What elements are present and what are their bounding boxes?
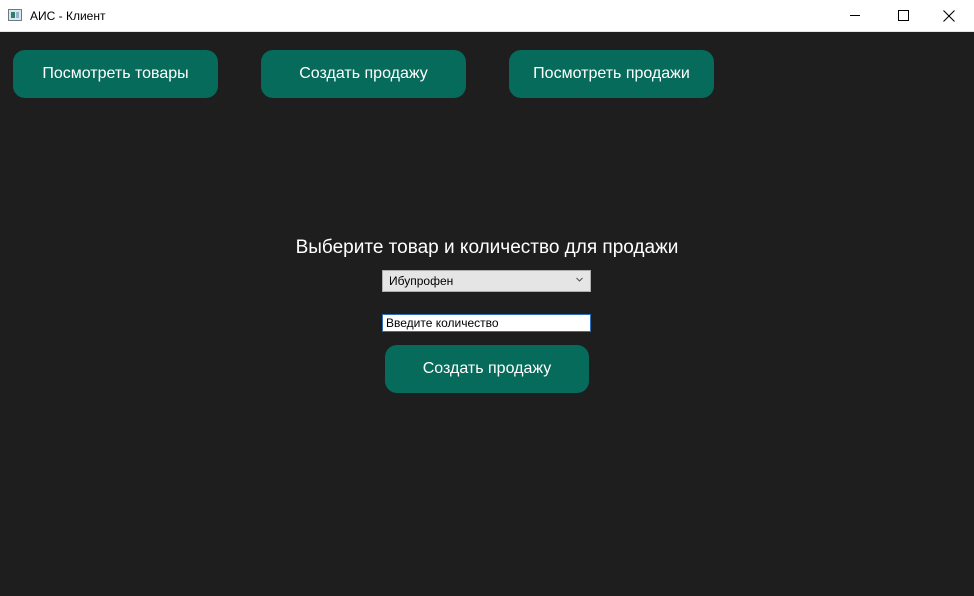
product-select-value: Ибупрофен: [389, 274, 454, 288]
create-sale-button[interactable]: Создать продажу: [385, 345, 589, 393]
title-bar: АИС - Клиент: [0, 0, 974, 32]
maximize-icon: [897, 10, 909, 21]
chevron-down-icon: [576, 277, 583, 282]
view-products-button[interactable]: Посмотреть товары: [13, 50, 218, 98]
maximize-button[interactable]: [880, 0, 926, 31]
product-select[interactable]: Ибупрофен: [382, 270, 591, 292]
minimize-button[interactable]: [832, 0, 878, 31]
close-icon: [943, 9, 955, 22]
minimize-icon: [850, 15, 860, 16]
app-icon: [8, 9, 22, 21]
app-window: АИС - Клиент Посмотреть товары Создать п…: [0, 0, 974, 596]
window-title: АИС - Клиент: [30, 9, 106, 23]
view-sales-button[interactable]: Посмотреть продажи: [509, 50, 714, 98]
create-sale-nav-button[interactable]: Создать продажу: [261, 50, 466, 98]
quantity-input[interactable]: [382, 314, 591, 332]
form-prompt: Выберите товар и количество для продажи: [295, 237, 679, 258]
close-button[interactable]: [926, 0, 972, 31]
